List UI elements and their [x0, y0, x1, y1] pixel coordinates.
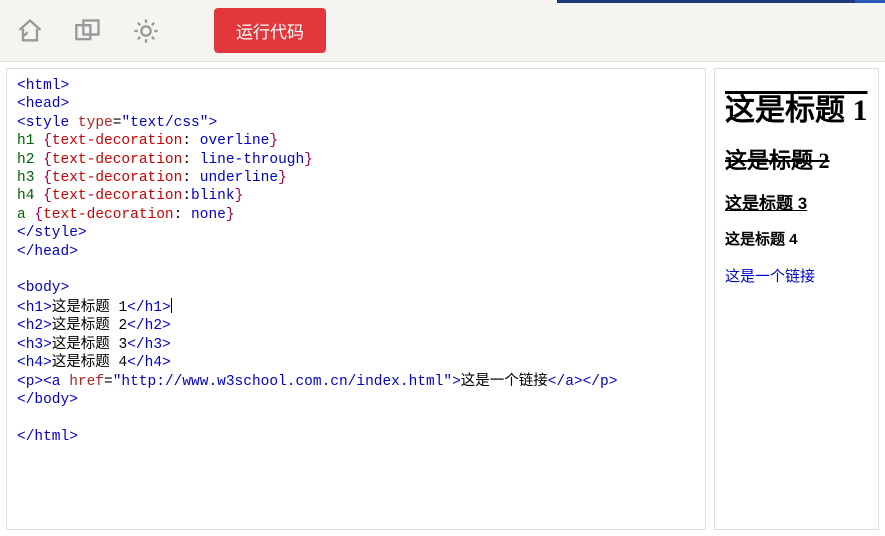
code-token: <p><a [17, 374, 61, 390]
code-token: "http://www.w3school.com.cn/index.html" [113, 374, 452, 390]
code-token: = [104, 374, 113, 390]
code-token: href [61, 374, 105, 390]
code-token: { [43, 152, 52, 168]
home-icon[interactable] [10, 11, 50, 51]
code-token: <h1> [17, 300, 52, 316]
code-token: none [191, 207, 226, 223]
theme-sun-icon[interactable] [126, 11, 166, 51]
preview-h1: 这是标题 1 [725, 85, 868, 129]
code-token: text-decoration [52, 170, 183, 186]
preview-paragraph: 这是一个链接 [725, 265, 868, 286]
code-token: text-decoration [52, 133, 183, 149]
code-token: } [235, 188, 244, 204]
code-token: { [43, 170, 52, 186]
code-token: </body> [17, 392, 78, 408]
code-token: <head> [17, 96, 69, 112]
code-token: { [43, 133, 52, 149]
preview-h3: 这是标题 3 [725, 189, 868, 214]
code-token: <h2> [17, 318, 52, 334]
code-token: 这是标题 4 [52, 355, 127, 371]
code-token: : [174, 207, 191, 223]
code-token: { [43, 188, 52, 204]
code-token: 这是一个链接 [461, 374, 548, 390]
code-token: <html> [17, 78, 69, 94]
code-token: </html> [17, 429, 78, 445]
code-token: 这是标题 3 [52, 337, 127, 353]
code-token: </h4> [127, 355, 171, 371]
preview-h4: 这是标题 4 [725, 228, 868, 249]
code-editor[interactable]: <html> <head> <style type="text/css"> h1… [6, 68, 706, 530]
layout-panels-icon[interactable] [68, 11, 108, 51]
code-token: </a></p> [548, 374, 618, 390]
preview-h2: 这是标题 2 [725, 143, 868, 175]
code-token: { [34, 207, 43, 223]
code-token: <h3> [17, 337, 52, 353]
code-token: overline [200, 133, 270, 149]
code-token: : [182, 170, 199, 186]
code-token: : [182, 133, 199, 149]
code-token: > [208, 115, 217, 131]
code-token: h3 [17, 170, 43, 186]
code-token: : [182, 152, 199, 168]
code-token: </h2> [127, 318, 171, 334]
code-token: <body> [17, 280, 69, 296]
code-token: "text/css" [121, 115, 208, 131]
code-token: : [182, 188, 191, 204]
code-token: 这是标题 2 [52, 318, 127, 334]
code-token: } [269, 133, 278, 149]
panels-wrapper: <html> <head> <style type="text/css"> h1… [0, 62, 885, 536]
top-banner-decoration [557, 0, 885, 3]
code-token: line-through [200, 152, 304, 168]
code-token: } [278, 170, 287, 186]
code-token: } [304, 152, 313, 168]
code-token: a [17, 207, 34, 223]
code-token: </style> [17, 225, 87, 241]
code-token: underline [200, 170, 278, 186]
preview-panel: 这是标题 1 这是标题 2 这是标题 3 这是标题 4 这是一个链接 [714, 68, 879, 530]
code-token: > [452, 374, 461, 390]
code-token: h1 [17, 133, 43, 149]
code-token: blink [191, 188, 235, 204]
code-token: </head> [17, 244, 78, 260]
code-token: <h4> [17, 355, 52, 371]
code-token: text-decoration [43, 207, 174, 223]
code-token: text-decoration [52, 152, 183, 168]
code-token: </h3> [127, 337, 171, 353]
code-token: text-decoration [52, 188, 183, 204]
code-token: <style [17, 115, 69, 131]
code-token: } [226, 207, 235, 223]
code-token: h4 [17, 188, 43, 204]
code-token: h2 [17, 152, 43, 168]
preview-link[interactable]: 这是一个链接 [725, 268, 815, 285]
code-token: 这是标题 1 [52, 300, 127, 316]
text-cursor [171, 298, 172, 313]
code-token: </h1> [127, 300, 171, 316]
code-token: type [69, 115, 113, 131]
run-code-button[interactable]: 运行代码 [214, 8, 326, 53]
toolbar: 运行代码 [0, 0, 885, 62]
